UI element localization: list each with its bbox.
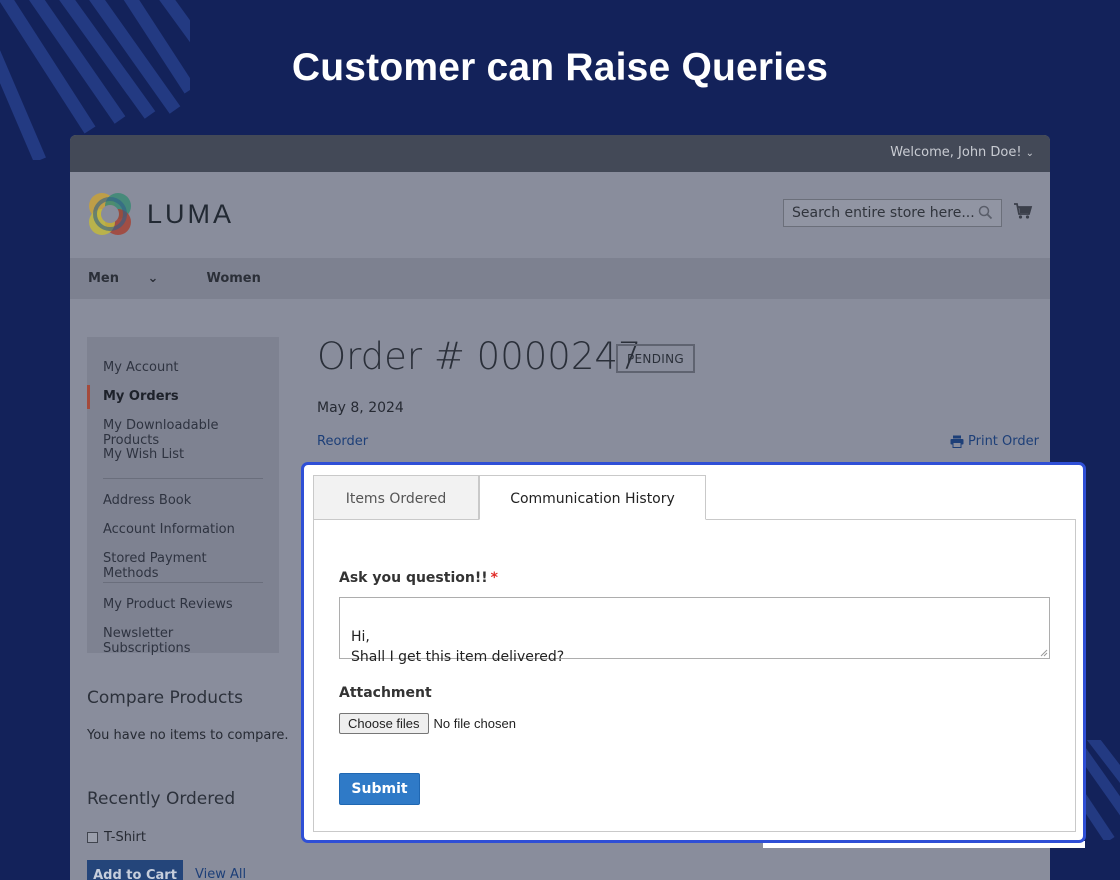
add-to-cart-button[interactable]: Add to Cart <box>87 860 183 880</box>
no-file-text: No file chosen <box>433 716 516 731</box>
sidebar-item-product-reviews[interactable]: My Product Reviews <box>87 591 279 620</box>
logo-text: LUMA <box>147 198 235 229</box>
nav-item-men[interactable]: Men ⌄ <box>88 271 182 286</box>
luma-logo-icon <box>89 193 131 235</box>
tab-communication-history[interactable]: Communication History <box>479 475 706 520</box>
question-label: Ask you question!! * <box>339 570 498 586</box>
reorder-link[interactable]: Reorder <box>317 434 368 449</box>
question-textarea[interactable]: Hi, Shall I get this item delivered? <box>339 597 1050 665</box>
sidebar-item-my-account[interactable]: My Account <box>87 354 279 383</box>
tab-items-ordered[interactable]: Items Ordered <box>313 475 479 520</box>
recent-item-checkbox[interactable] <box>87 832 98 843</box>
order-date: May 8, 2024 <box>317 400 404 416</box>
attachment-label: Attachment <box>339 685 432 701</box>
sidebar-item-newsletter[interactable]: Newsletter Subscriptions <box>87 620 279 656</box>
cart-icon[interactable] <box>1013 202 1033 220</box>
search-input[interactable]: Search entire store here... <box>783 199 1002 227</box>
sidebar-divider <box>103 582 263 583</box>
recently-ordered-title: Recently Ordered <box>87 789 236 809</box>
sidebar-item-account-information[interactable]: Account Information <box>87 516 279 545</box>
luma-logo[interactable]: LUMA <box>87 191 234 237</box>
file-input: Choose files No file chosen <box>339 713 516 734</box>
sidebar-item-my-orders[interactable]: My Orders <box>87 383 279 412</box>
submit-button[interactable]: Submit <box>339 773 420 805</box>
print-order-link[interactable]: Print Order <box>950 434 1039 449</box>
printer-icon <box>950 435 964 448</box>
question-value: Hi, Shall I get this item delivered? <box>351 629 565 665</box>
sidebar-divider <box>103 478 263 479</box>
tab-content <box>313 519 1076 832</box>
communication-panel: Items Ordered Communication History Ask … <box>301 462 1086 843</box>
sidebar-item-downloadable-products[interactable]: My Downloadable Products <box>87 412 279 448</box>
compare-text: You have no items to compare. <box>87 728 289 743</box>
page-title: Order # 0000247 <box>317 335 642 378</box>
welcome-text[interactable]: Welcome, John Doe! <box>890 145 1021 160</box>
store-header: LUMA Search entire store here... <box>70 172 1050 258</box>
account-sidebar: My Account My Orders My Downloadable Pro… <box>87 337 279 656</box>
hero-title: Customer can Raise Queries <box>291 46 829 89</box>
sidebar-item-address-book[interactable]: Address Book <box>87 487 279 516</box>
search-placeholder: Search entire store here... <box>792 205 975 221</box>
resize-handle-icon[interactable] <box>1040 649 1048 657</box>
print-order-label: Print Order <box>968 434 1039 449</box>
chevron-down-icon: ⌄ <box>147 271 159 286</box>
sidebar-item-wish-list[interactable]: My Wish List <box>87 441 279 470</box>
search-icon[interactable] <box>978 205 993 220</box>
view-all-link[interactable]: View All <box>195 867 246 880</box>
recent-item-label: T-Shirt <box>104 830 146 845</box>
sidebar-item-payment-methods[interactable]: Stored Payment Methods <box>87 545 279 581</box>
nav-item-women[interactable]: Women <box>206 271 260 286</box>
compare-title: Compare Products <box>87 688 243 708</box>
main-nav: Men ⌄ Women <box>70 258 1050 299</box>
status-badge: PENDING <box>616 344 695 373</box>
chevron-down-icon[interactable]: ⌄ <box>1026 148 1034 159</box>
question-label-text: Ask you question!! <box>339 570 488 586</box>
required-mark: * <box>490 570 498 586</box>
recent-item: T-Shirt <box>87 830 146 845</box>
top-bar: Welcome, John Doe! ⌄ <box>70 135 1050 172</box>
choose-files-button[interactable]: Choose files <box>339 713 429 734</box>
